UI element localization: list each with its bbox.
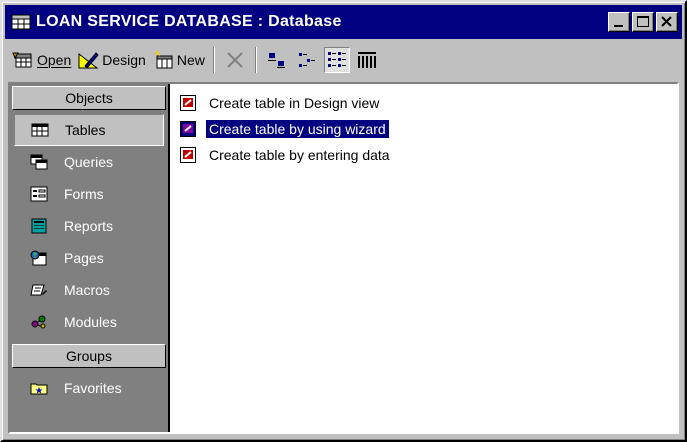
delete-button[interactable] — [222, 47, 248, 73]
objects-item-reports[interactable]: Reports — [14, 210, 164, 242]
design-label: Design — [102, 52, 146, 68]
toolbar-separator — [212, 47, 215, 73]
small-icons-button[interactable] — [294, 47, 320, 73]
open-label: Open — [37, 52, 72, 68]
small-icons-icon — [298, 53, 315, 67]
object-list: Create table in Design view Create table… — [170, 84, 677, 432]
macro-icon — [30, 282, 48, 298]
objects-item-label: Queries — [64, 154, 114, 170]
datasheet-shortcut-icon — [180, 147, 196, 163]
design-button[interactable]: Design — [74, 46, 149, 74]
list-view-icon — [327, 52, 346, 67]
list-item-label: Create table by entering data — [209, 147, 390, 163]
new-icon — [152, 50, 174, 70]
open-button[interactable]: Open — [9, 46, 74, 74]
minimize-icon — [614, 25, 623, 27]
objects-item-label: Macros — [64, 282, 110, 298]
list-item[interactable]: Create table in Design view — [180, 90, 677, 116]
objects-item-tables[interactable]: Tables — [14, 114, 164, 146]
database-window: LOAN SERVICE DATABASE : Database Open De… — [0, 0, 687, 442]
maximize-button[interactable] — [632, 12, 654, 32]
database-client-area: Objects Tables Queries Forms Reports Pag… — [8, 82, 679, 434]
details-view-button[interactable] — [354, 47, 380, 73]
table-icon — [31, 122, 49, 138]
favorites-icon — [30, 380, 48, 396]
toolbar: Open Design New — [5, 42, 682, 78]
large-icons-button[interactable] — [264, 47, 290, 73]
groups-header-button[interactable]: Groups — [12, 344, 166, 368]
list-item-label: Create table by using wizard — [205, 119, 390, 139]
close-icon — [661, 16, 672, 27]
objects-item-pages[interactable]: Pages — [14, 242, 164, 274]
title-bar[interactable]: LOAN SERVICE DATABASE : Database — [5, 5, 682, 39]
list-view-button[interactable] — [323, 47, 350, 73]
objects-header-label: Objects — [65, 90, 113, 106]
objects-item-forms[interactable]: Forms — [14, 178, 164, 210]
page-icon — [30, 250, 48, 266]
list-item[interactable]: Create table by using wizard — [180, 116, 677, 142]
report-icon — [30, 218, 48, 234]
objects-header-button[interactable]: Objects — [12, 86, 166, 110]
close-button[interactable] — [656, 12, 678, 32]
new-button[interactable]: New — [149, 46, 208, 74]
query-icon — [30, 154, 48, 170]
maximize-icon — [637, 16, 649, 27]
objects-item-macros[interactable]: Macros — [14, 274, 164, 306]
objects-bar: Objects Tables Queries Forms Reports Pag… — [10, 84, 170, 432]
form-icon — [30, 186, 48, 202]
objects-item-queries[interactable]: Queries — [14, 146, 164, 178]
open-icon — [12, 50, 34, 70]
objects-item-label: Favorites — [64, 380, 122, 396]
objects-item-label: Pages — [64, 250, 104, 266]
list-item[interactable]: Create table by entering data — [180, 142, 677, 168]
large-icons-icon — [267, 53, 285, 68]
objects-item-label: Reports — [64, 218, 114, 234]
objects-item-label: Modules — [64, 314, 117, 330]
groups-item-favorites[interactable]: Favorites — [14, 372, 164, 404]
window-title: LOAN SERVICE DATABASE : Database — [36, 13, 342, 30]
minimize-button[interactable] — [608, 12, 630, 32]
toolbar-separator — [254, 47, 257, 73]
new-label: New — [176, 52, 205, 68]
wizard-shortcut-icon — [180, 121, 196, 137]
delete-icon — [227, 52, 243, 68]
objects-item-modules[interactable]: Modules — [14, 306, 164, 338]
design-shortcut-icon — [180, 95, 196, 111]
groups-header-label: Groups — [66, 348, 112, 364]
objects-item-label: Forms — [64, 186, 104, 202]
objects-item-label: Tables — [65, 122, 106, 138]
database-icon — [11, 13, 31, 31]
design-icon — [77, 50, 99, 70]
list-item-label: Create table in Design view — [209, 95, 380, 111]
details-view-icon — [357, 52, 376, 68]
module-icon — [30, 314, 48, 330]
